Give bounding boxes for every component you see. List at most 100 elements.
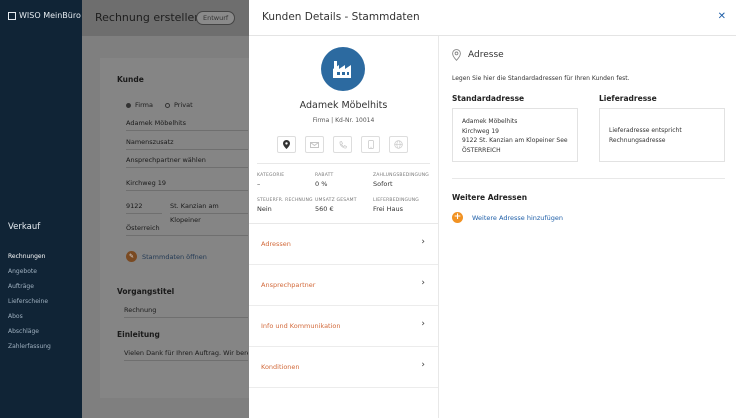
detail-value: 560 € [315,205,334,213]
chevron-right-icon: › [421,319,425,329]
address-line: Rechnungsadresse [609,136,666,144]
menu-item-adressen[interactable]: Adressen › [249,224,438,265]
menu-item-konditionen[interactable]: Konditionen › [249,347,438,388]
detail-value: Nein [257,205,272,213]
detail-value: Frei Haus [373,205,404,213]
address-line: Adamek Möbelhits [462,118,518,125]
divider [452,178,725,179]
mobile-button[interactable] [361,136,380,153]
radio-unselected-icon [165,102,170,108]
ansprechpartner-select[interactable]: Ansprechpartner wählen [126,153,248,168]
einleitung-field[interactable]: Vielen Dank für Ihren Auftrag. Wir berec… [124,346,248,361]
divider [257,163,430,164]
street-field[interactable]: Kirchweg 19 [126,176,248,191]
address-heading-text: Adresse [468,50,504,60]
app-sidebar: WISO MeinBüro Verkauf Rechnungen Angebot… [0,0,82,418]
address-line: Lieferadresse entspricht [609,127,682,134]
radio-selected-icon [126,102,131,108]
avatar [321,47,365,91]
panel-header: Kunden Details - Stammdaten ✕ [249,0,736,36]
chevron-right-icon: › [421,237,425,247]
detail-lieferbedingung: LIEFERBEDINGUNG Frei Haus [373,198,419,213]
action-bar [277,136,408,153]
address-line: ÖSTERREICH [462,146,501,154]
detail-umsatz: UMSATZ GESAMT 560 € [315,198,357,213]
vorgangstitel-field[interactable]: Rechnung [124,303,248,318]
status-badge: Entwurf [196,11,236,25]
detail-key: LIEFERBEDINGUNG [373,198,419,203]
address-description: Legen Sie hier die Standardadressen für … [452,75,630,82]
sidebar-nav: Rechnungen Angebote Aufträge Lieferschei… [8,249,51,354]
company-field[interactable]: Adamek Möbelhits [126,116,248,131]
address-line: Kirchweg 19 [462,127,499,135]
pencil-icon: ✎ [126,251,137,262]
detail-value: – [257,180,261,188]
logo-icon [8,11,16,20]
detail-value: Sofort [373,180,393,188]
einleitung-label: Einleitung [117,330,160,339]
chevron-right-icon: › [421,360,425,370]
radio-firma[interactable]: Firma [126,101,153,109]
radio-firma-label: Firma [135,101,153,109]
menu-item-label: Adressen [261,240,291,248]
website-button[interactable] [389,136,408,153]
address-line: 9122 St. Kanzian am Klopeiner See [462,137,568,144]
globe-icon [394,140,403,149]
customer-details-panel: Kunden Details - Stammdaten ✕ Adamek Möb… [249,0,736,418]
address-section: Adresse Legen Sie hier die Standardadres… [439,36,736,418]
email-button[interactable] [305,136,324,153]
customer-subtitle: Firma | Kd-Nr. 10014 [312,117,375,124]
country-field[interactable]: Österreich [126,221,248,236]
detail-key: ZAHLUNGSBEDINGUNG [373,173,429,178]
detail-key: UMSATZ GESAMT [315,198,357,203]
radio-privat-label: Privat [174,101,193,109]
sidebar-item-lieferscheine[interactable]: Lieferscheine [8,294,51,309]
standard-address-card[interactable]: Adamek Möbelhits Kirchweg 19 9122 St. Ka… [452,108,578,162]
further-addresses-label: Weitere Adressen [452,193,528,202]
zip-field[interactable]: 9122 [126,199,162,214]
sidebar-item-rechnungen[interactable]: Rechnungen [8,249,51,264]
close-icon[interactable]: ✕ [718,11,726,22]
sidebar-item-abschlaege[interactable]: Abschläge [8,324,51,339]
stammdaten-label: Stammdaten öffnen [142,252,207,261]
plus-icon: + [452,212,463,223]
add-address-label: Weitere Adresse hinzufügen [472,213,564,222]
detail-rabatt: RABATT 0 % [315,173,333,188]
sidebar-item-auftraege[interactable]: Aufträge [8,279,51,294]
location-button[interactable] [277,136,296,153]
mobile-icon [367,140,374,149]
detail-key: KATEGORIE [257,173,285,178]
factory-icon [333,61,351,78]
detail-kategorie: KATEGORIE – [257,173,284,188]
customer-summary: Adamek Möbelhits Firma | Kd-Nr. 10014 KA… [249,36,439,418]
delivery-address-card[interactable]: Lieferadresse entspricht Rechnungsadress… [599,108,725,162]
menu-item-info-kommunikation[interactable]: Info und Kommunikation › [249,306,438,347]
detail-key: STEUERFR. RECHNUNG [257,198,313,203]
menu-item-ansprechpartner[interactable]: Ansprechpartner › [249,265,438,306]
map-pin-icon [452,49,461,61]
sidebar-item-zahlerfassung[interactable]: Zahlerfassung [8,339,51,354]
menu-item-label: Ansprechpartner [261,281,316,289]
logo-text: WISO MeinBüro [19,11,81,20]
detail-key: RABATT [315,173,334,178]
sidebar-item-abos[interactable]: Abos [8,309,51,324]
menu-item-label: Konditionen [261,363,300,371]
detail-zahlungsbedingung: ZAHLUNGSBEDINGUNG Sofort [373,173,429,188]
city-field[interactable]: St. Kanzian am Klopeiner [170,199,248,224]
sidebar-item-angebote[interactable]: Angebote [8,264,51,279]
customer-name: Adamek Möbelhits [299,100,388,111]
delivery-address-label: Lieferadresse [599,94,657,103]
mail-icon [310,141,319,148]
namenszusatz-field[interactable]: Namenszusatz [126,135,248,150]
address-heading: Adresse [452,49,504,61]
kunde-label: Kunde [117,75,144,84]
chevron-right-icon: › [421,278,425,288]
app-logo[interactable]: WISO MeinBüro [8,11,81,20]
sidebar-section-title: Verkauf [8,222,41,232]
phone-button[interactable] [333,136,352,153]
phone-icon [339,140,347,148]
radio-privat[interactable]: Privat [165,101,193,109]
add-address-button[interactable]: + Weitere Adresse hinzufügen [452,212,563,223]
menu-item-label: Info und Kommunikation [261,322,341,330]
stammdaten-button[interactable]: ✎ Stammdaten öffnen [126,251,207,262]
